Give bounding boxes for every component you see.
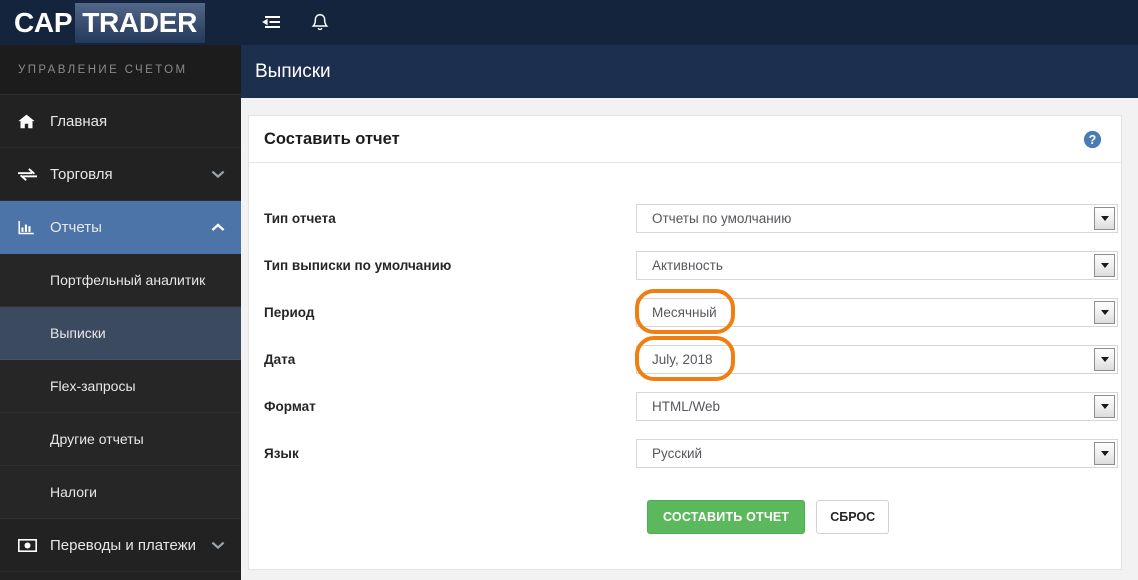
brand-subtitle: УПРАВЛЕНИЕ СЧЕТОМ	[0, 45, 241, 95]
sidebar-item-transfers-payments[interactable]: Переводы и платежи	[0, 519, 241, 572]
select-language[interactable]: Русский	[636, 439, 1118, 468]
select-date[interactable]: July, 2018	[636, 345, 1118, 374]
label-date: Дата	[264, 352, 296, 367]
field-statement-type: Активность	[636, 251, 1118, 280]
select-language-value: Русский	[652, 446, 703, 461]
select-format[interactable]: HTML/Web	[636, 392, 1118, 421]
form-actions: СОСТАВИТЬ ОТЧЕТ СБРОС	[249, 500, 1121, 534]
form-row-date: Дата July, 2018	[249, 336, 1121, 383]
sidebar: CAP TRADER УПРАВЛЕНИЕ СЧЕТОМ Главная Тор…	[0, 0, 241, 580]
select-statement-type[interactable]: Активность	[636, 251, 1118, 280]
select-period-value: Месячный	[652, 305, 717, 320]
label-statement-type: Тип выписки по умолчанию	[264, 258, 452, 273]
label-format: Формат	[264, 399, 316, 414]
sidebar-item-reports-label: Отчеты	[50, 218, 102, 236]
sidebar-item-home-label: Главная	[50, 112, 108, 130]
label-period: Период	[264, 305, 315, 320]
report-form: Тип отчета Отчеты по умолчанию Тип выпис…	[249, 163, 1121, 534]
report-card: Составить отчет ? Тип отчета Отчеты по у…	[248, 115, 1122, 570]
sidebar-item-portfolio-analyst-label: Портфельный аналитик	[50, 272, 206, 288]
money-icon	[18, 538, 44, 552]
chevron-down-icon[interactable]	[1094, 207, 1115, 230]
content-area: Составить отчет ? Тип отчета Отчеты по у…	[241, 98, 1138, 580]
logo-text: CAP TRADER	[0, 2, 206, 43]
card-header: Составить отчет ?	[249, 116, 1121, 163]
card-title: Составить отчет	[264, 129, 400, 148]
select-report-type-value: Отчеты по умолчанию	[652, 211, 792, 226]
reset-button[interactable]: СБРОС	[816, 500, 890, 534]
chevron-down-icon	[211, 170, 225, 179]
select-format-value: HTML/Web	[652, 399, 721, 414]
sidebar-item-statements-label: Выписки	[50, 325, 106, 341]
generate-report-button[interactable]: СОСТАВИТЬ ОТЧЕТ	[647, 500, 806, 534]
sidebar-item-trading[interactable]: Торговля	[0, 148, 241, 201]
field-format: HTML/Web	[636, 392, 1118, 421]
select-statement-type-value: Активность	[652, 258, 723, 273]
sidebar-item-flex-queries[interactable]: Flex-запросы	[0, 360, 241, 413]
select-period[interactable]: Месячный	[636, 298, 1118, 327]
sidebar-item-other-reports-label: Другие отчеты	[50, 431, 144, 447]
field-language: Русский	[636, 439, 1118, 468]
brand-logo[interactable]: CAP TRADER	[0, 0, 241, 45]
sidebar-item-settings[interactable]: Настройки	[0, 572, 241, 580]
brand-subtitle-text: УПРАВЛЕНИЕ СЧЕТОМ	[18, 63, 188, 76]
sidebar-item-home[interactable]: Главная	[0, 95, 241, 148]
select-report-type[interactable]: Отчеты по умолчанию	[636, 204, 1118, 233]
sidebar-item-reports[interactable]: Отчеты	[0, 201, 241, 254]
collapse-sidebar-icon[interactable]	[261, 15, 281, 31]
sidebar-item-statements[interactable]: Выписки	[0, 307, 241, 360]
sidebar-item-trading-label: Торговля	[50, 165, 113, 183]
sidebar-item-transfers-payments-label: Переводы и платежи	[50, 536, 197, 554]
chevron-down-icon	[211, 541, 225, 550]
form-row-statement-type: Тип выписки по умолчанию Активность	[249, 242, 1121, 289]
page-title: Выписки	[255, 60, 331, 82]
select-date-value: July, 2018	[652, 352, 713, 367]
app-root: CAP TRADER УПРАВЛЕНИЕ СЧЕТОМ Главная Тор…	[0, 0, 1138, 580]
chevron-down-icon[interactable]	[1094, 395, 1115, 418]
page-header: Выписки	[241, 45, 1138, 98]
label-report-type: Тип отчета	[264, 211, 336, 226]
logo-trader-text: TRADER	[75, 2, 206, 43]
notification-bell-icon[interactable]	[311, 13, 329, 32]
form-row-language: Язык Русский	[249, 430, 1121, 477]
sidebar-item-taxes[interactable]: Налоги	[0, 466, 241, 519]
label-language: Язык	[264, 446, 299, 461]
chevron-down-icon[interactable]	[1094, 254, 1115, 277]
chevron-down-icon[interactable]	[1094, 348, 1115, 371]
main-area: Выписки Составить отчет ? Тип отчета Отч…	[241, 0, 1138, 580]
topbar	[241, 0, 1138, 45]
field-report-type: Отчеты по умолчанию	[636, 204, 1118, 233]
form-row-format: Формат HTML/Web	[249, 383, 1121, 430]
field-period: Месячный	[635, 289, 1118, 334]
svg-text:?: ?	[1089, 133, 1097, 147]
form-row-report-type: Тип отчета Отчеты по умолчанию	[249, 195, 1121, 242]
sidebar-item-taxes-label: Налоги	[50, 484, 97, 500]
chevron-up-icon	[211, 222, 225, 232]
sidebar-item-portfolio-analyst[interactable]: Портфельный аналитик	[0, 254, 241, 307]
field-date: July, 2018	[635, 336, 1118, 381]
bar-chart-icon	[18, 220, 44, 235]
chevron-down-icon[interactable]	[1094, 442, 1115, 465]
sidebar-item-flex-queries-label: Flex-запросы	[50, 378, 136, 394]
help-circle-icon[interactable]: ?	[1083, 130, 1102, 149]
chevron-down-icon[interactable]	[1094, 301, 1115, 324]
sidebar-item-other-reports[interactable]: Другие отчеты	[0, 413, 241, 466]
home-icon	[18, 114, 44, 129]
form-row-period: Период Месячный	[249, 289, 1121, 336]
exchange-icon	[18, 167, 44, 182]
logo-cap-text: CAP	[14, 6, 73, 38]
